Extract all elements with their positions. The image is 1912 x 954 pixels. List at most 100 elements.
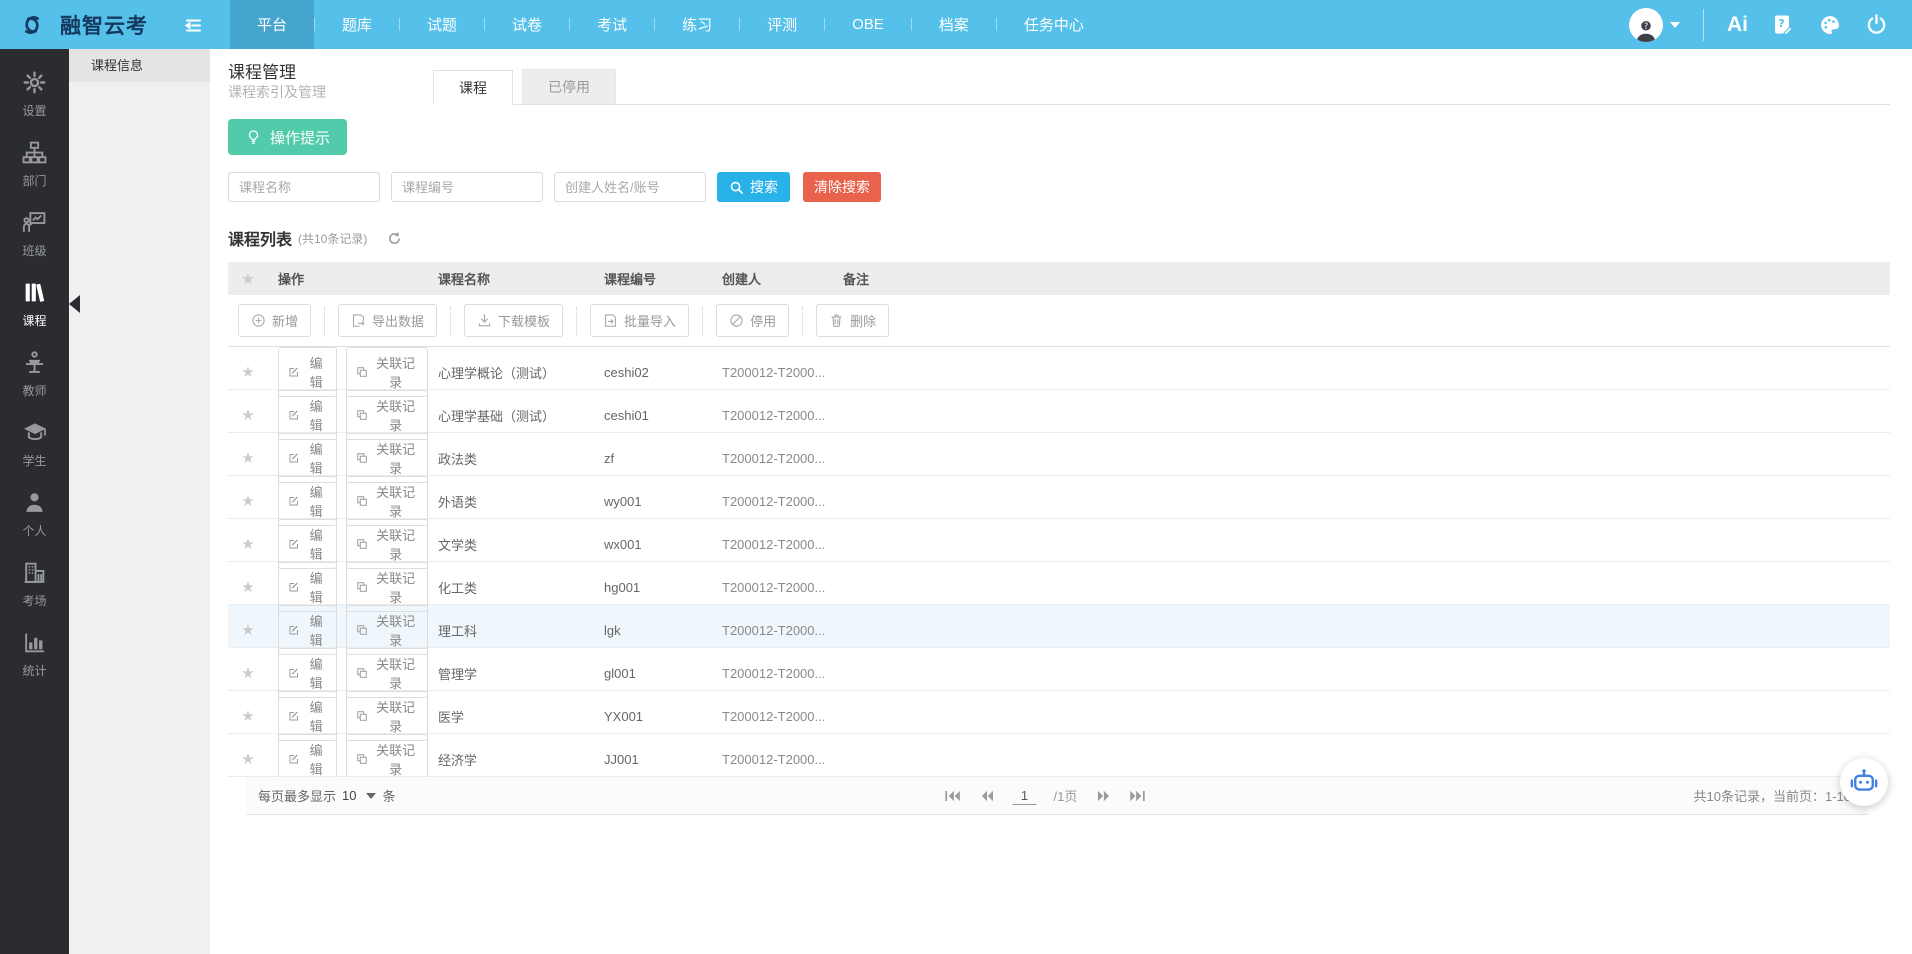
favorite-star-icon[interactable]: ★ — [228, 750, 268, 768]
total-pages-label: /1页 — [1054, 786, 1078, 805]
download-template-button[interactable]: 下载模板 — [464, 304, 563, 337]
edit-icon — [288, 623, 300, 637]
chevron-down-icon — [1670, 22, 1680, 28]
creator-input[interactable] — [554, 172, 706, 202]
operation-tips-button[interactable]: 操作提示 — [228, 119, 347, 155]
subsidebar-item-course-info[interactable]: 课程信息 — [69, 49, 210, 82]
logout-power-icon[interactable] — [1865, 13, 1888, 36]
table-row: ★ 编辑 关联记录 心理学概论（测试） ceshi02 T200012-T200… — [228, 347, 1890, 390]
edit-icon — [288, 580, 300, 594]
user-menu[interactable]: ? — [1629, 8, 1680, 42]
page-size-prefix: 每页最多显示 — [258, 786, 336, 805]
copy-icon — [356, 580, 368, 594]
ai-assistant-icon[interactable]: Ai — [1727, 13, 1748, 37]
divider — [702, 307, 703, 335]
export-icon — [351, 313, 366, 328]
favorite-star-icon[interactable]: ★ — [228, 664, 268, 682]
org-icon — [22, 140, 47, 165]
sidebar-item-label: 部门 — [22, 172, 46, 189]
batch-import-button[interactable]: 批量导入 — [590, 304, 689, 337]
clear-search-button[interactable]: 清除搜索 — [803, 172, 881, 202]
table-toolbar: 新增 导出数据 下载模板 批量导入 停用 — [228, 295, 1890, 347]
divider — [324, 307, 325, 335]
next-page-button[interactable] — [1094, 789, 1111, 803]
theme-palette-icon[interactable] — [1818, 13, 1842, 37]
last-page-button[interactable] — [1128, 789, 1145, 803]
active-section-pointer — [69, 295, 80, 313]
nav-item-5[interactable]: 练习 — [655, 0, 739, 49]
first-page-button[interactable] — [945, 789, 962, 803]
nav-item-8[interactable]: 档案 — [912, 0, 996, 49]
delete-button[interactable]: 删除 — [816, 304, 889, 337]
help-doc-icon[interactable]: ? — [1771, 13, 1795, 37]
nav-item-0[interactable]: 平台 — [230, 0, 314, 49]
sidebar-item-label: 考场 — [22, 592, 46, 609]
favorite-star-icon[interactable]: ★ — [228, 449, 268, 467]
nav-item-7[interactable]: OBE — [825, 0, 911, 49]
list-title: 课程列表 — [228, 226, 292, 250]
course-code-input[interactable] — [391, 172, 543, 202]
favorite-star-icon[interactable]: ★ — [228, 492, 268, 510]
search-icon — [729, 180, 744, 195]
course-creator: T200012-T2000... — [712, 451, 833, 466]
refresh-icon[interactable] — [387, 231, 402, 246]
avatar[interactable]: ? — [1629, 8, 1663, 42]
nav-item-4[interactable]: 考试 — [570, 0, 654, 49]
course-name: 外语类 — [428, 492, 594, 511]
prev-page-button[interactable] — [979, 789, 996, 803]
edit-icon — [288, 408, 300, 422]
table-row: ★ 编辑 关联记录 理工科 lgk T200012-T2000... — [228, 605, 1890, 648]
sidebar-item-departments[interactable]: 部门 — [0, 129, 69, 199]
favorite-star-icon[interactable]: ★ — [228, 578, 268, 596]
trash-icon — [829, 313, 844, 328]
nav-item-3[interactable]: 试卷 — [485, 0, 569, 49]
export-data-button[interactable]: 导出数据 — [338, 304, 437, 337]
collapse-menu-icon[interactable] — [185, 18, 202, 38]
disable-button[interactable]: 停用 — [716, 304, 789, 337]
ai-robot-button[interactable] — [1840, 758, 1888, 806]
building-icon — [22, 560, 47, 585]
sidebar-item-personal[interactable]: 个人 — [0, 479, 69, 549]
copy-icon — [356, 408, 368, 422]
nav-item-2[interactable]: 试题 — [400, 0, 484, 49]
course-code: zf — [594, 451, 712, 466]
nav-item-6[interactable]: 评测 — [740, 0, 824, 49]
favorite-star-icon[interactable]: ★ — [228, 363, 268, 381]
course-name: 化工类 — [428, 578, 594, 597]
edit-icon — [288, 537, 300, 551]
graduation-cap-icon — [22, 419, 48, 445]
course-code: YX001 — [594, 709, 712, 724]
search-button[interactable]: 搜索 — [717, 172, 790, 202]
sidebar-item-settings[interactable]: 设置 — [0, 59, 69, 129]
tab-disabled[interactable]: 已停用 — [522, 69, 616, 104]
page-size-suffix: 条 — [382, 786, 395, 805]
current-page-input[interactable]: 1 — [1013, 787, 1037, 805]
sidebar-item-exam-rooms[interactable]: 考场 — [0, 549, 69, 619]
page-size-select[interactable]: 10 — [342, 788, 376, 803]
sidebar-item-teachers[interactable]: 教师 — [0, 339, 69, 409]
col-creator: 创建人 — [712, 269, 833, 288]
course-name-input[interactable] — [228, 172, 380, 202]
favorite-star-icon[interactable]: ★ — [228, 535, 268, 553]
table-row: ★ 编辑 关联记录 文学类 wx001 T200012-T2000... — [228, 519, 1890, 562]
divider — [450, 307, 451, 335]
nav-item-9[interactable]: 任务中心 — [997, 0, 1111, 49]
import-icon — [603, 313, 618, 328]
table-row: ★ 编辑 关联记录 心理学基础（测试） ceshi01 T200012-T200… — [228, 390, 1890, 433]
favorite-star-icon[interactable]: ★ — [228, 621, 268, 639]
course-name: 心理学概论（测试） — [428, 363, 594, 382]
sidebar-item-statistics[interactable]: 统计 — [0, 619, 69, 689]
favorite-star-icon[interactable]: ★ — [228, 406, 268, 424]
add-button[interactable]: 新增 — [238, 304, 311, 337]
sidebar-item-courses[interactable]: 课程 — [0, 269, 69, 339]
favorite-star-icon[interactable]: ★ — [228, 707, 268, 725]
table-row: ★ 编辑 关联记录 政法类 zf T200012-T2000... — [228, 433, 1890, 476]
tab-courses[interactable]: 课程 — [433, 70, 513, 105]
course-creator: T200012-T2000... — [712, 365, 833, 380]
course-name: 文学类 — [428, 535, 594, 554]
download-icon — [477, 313, 492, 328]
ban-icon — [729, 313, 744, 328]
sidebar-item-students[interactable]: 学生 — [0, 409, 69, 479]
nav-item-1[interactable]: 题库 — [315, 0, 399, 49]
sidebar-item-classes[interactable]: 班级 — [0, 199, 69, 269]
